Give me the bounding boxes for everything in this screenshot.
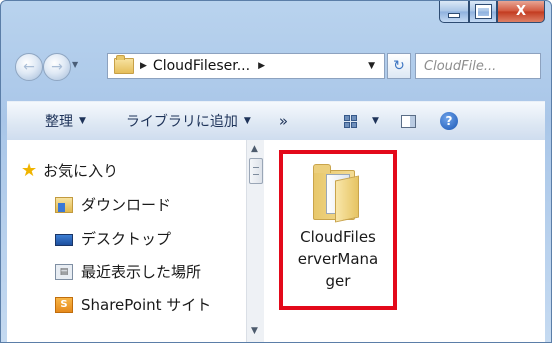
back-button[interactable]: ← — [15, 53, 43, 81]
content-area: ★ お気に入り ダウンロード デスクトップ ▤ 最近表示した場所 S Share… — [7, 140, 545, 342]
forward-arrow-icon: → — [51, 59, 63, 75]
nav-item-label: SharePoint サイト — [81, 296, 212, 314]
more-commands-button[interactable]: » — [279, 112, 288, 130]
organize-label: 整理 — [45, 114, 73, 130]
address-history-dropdown-icon[interactable]: ▼ — [368, 61, 375, 71]
folder-icon — [313, 164, 359, 223]
folder-icon — [114, 55, 134, 74]
desktop-icon — [55, 233, 73, 246]
add-to-library-button[interactable]: ライブラリに追加 ▼ — [126, 111, 251, 131]
nav-item-desktop[interactable]: デスクトップ — [55, 228, 171, 249]
nav-pane-scrollbar[interactable]: ▲ ▼ — [246, 140, 264, 342]
nav-item-downloads[interactable]: ダウンロード — [55, 194, 171, 215]
breadcrumb-separator-icon[interactable]: ▶ — [258, 61, 265, 71]
downloads-folder-icon — [55, 196, 73, 213]
maximize-button[interactable] — [469, 1, 497, 23]
view-grid-icon — [344, 114, 358, 128]
nav-item-label: 最近表示した場所 — [81, 263, 202, 281]
close-icon: X — [515, 4, 527, 19]
preview-pane-icon — [400, 114, 416, 128]
help-button[interactable]: ? — [439, 112, 458, 130]
file-list-pane: CloudFiles erverMana ger — [265, 140, 545, 342]
recent-places-icon: ▤ — [55, 263, 73, 280]
chevron-down-icon: ▼ — [243, 116, 251, 126]
nav-item-favorites[interactable]: ★ お気に入り — [21, 160, 118, 181]
minimize-button[interactable] — [439, 1, 469, 23]
refresh-icon: ↻ — [393, 58, 405, 74]
scroll-down-icon[interactable]: ▼ — [251, 326, 258, 336]
star-icon: ★ — [21, 159, 38, 181]
search-input[interactable]: CloudFile... — [415, 53, 541, 79]
scroll-up-icon[interactable]: ▲ — [251, 144, 258, 154]
chevron-down-icon: ▼ — [372, 116, 379, 126]
more-icon: » — [278, 112, 289, 130]
nav-item-label: ダウンロード — [81, 196, 172, 214]
search-placeholder: CloudFile... — [424, 58, 497, 74]
nav-item-recent-places[interactable]: ▤ 最近表示した場所 — [55, 261, 201, 282]
explorer-window: X ← → ▼ ▶ CloudFileser... ▶ ▼ ↻ CloudFil… — [0, 0, 552, 343]
navigation-pane: ★ お気に入り ダウンロード デスクトップ ▤ 最近表示した場所 S Share… — [7, 140, 265, 342]
file-item-cloudfileservermanager[interactable]: CloudFiles erverMana ger — [279, 150, 397, 310]
help-icon: ? — [439, 112, 458, 130]
command-toolbar: 整理 ▼ ライブラリに追加 ▼ » ▼ ? — [7, 101, 545, 141]
nav-item-label: デスクトップ — [81, 230, 172, 248]
caption-buttons: X — [439, 1, 545, 29]
grip-icon — [253, 167, 259, 175]
scrollbar-thumb[interactable] — [249, 158, 263, 184]
maximize-icon — [474, 4, 492, 19]
refresh-button[interactable]: ↻ — [387, 53, 411, 79]
add-to-library-label: ライブラリに追加 — [125, 114, 238, 130]
back-arrow-icon: ← — [23, 59, 35, 75]
breadcrumb-separator-icon[interactable]: ▶ — [140, 61, 147, 71]
nav-item-label: お気に入り — [43, 162, 119, 180]
minimize-icon — [448, 13, 460, 18]
organize-button[interactable]: 整理 ▼ — [45, 111, 86, 131]
file-name-label: CloudFiles erverMana ger — [297, 228, 379, 290]
sharepoint-icon: S — [55, 296, 73, 313]
address-bar[interactable]: ▶ CloudFileser... ▶ ▼ — [107, 53, 385, 79]
change-view-button[interactable] — [344, 114, 358, 128]
recent-pages-dropdown-icon[interactable]: ▼ — [72, 60, 78, 69]
nav-item-sharepoint[interactable]: S SharePoint サイト — [55, 294, 211, 315]
address-row: ← → ▼ ▶ CloudFileser... ▶ ▼ ↻ CloudFile.… — [15, 51, 545, 81]
forward-button[interactable]: → — [43, 53, 71, 81]
chevron-down-icon: ▼ — [79, 116, 86, 126]
breadcrumb-current-folder[interactable]: CloudFileser... — [153, 58, 250, 74]
close-button[interactable]: X — [497, 1, 545, 23]
view-options-dropdown[interactable]: ▼ — [372, 116, 379, 126]
preview-pane-button[interactable] — [400, 114, 416, 128]
